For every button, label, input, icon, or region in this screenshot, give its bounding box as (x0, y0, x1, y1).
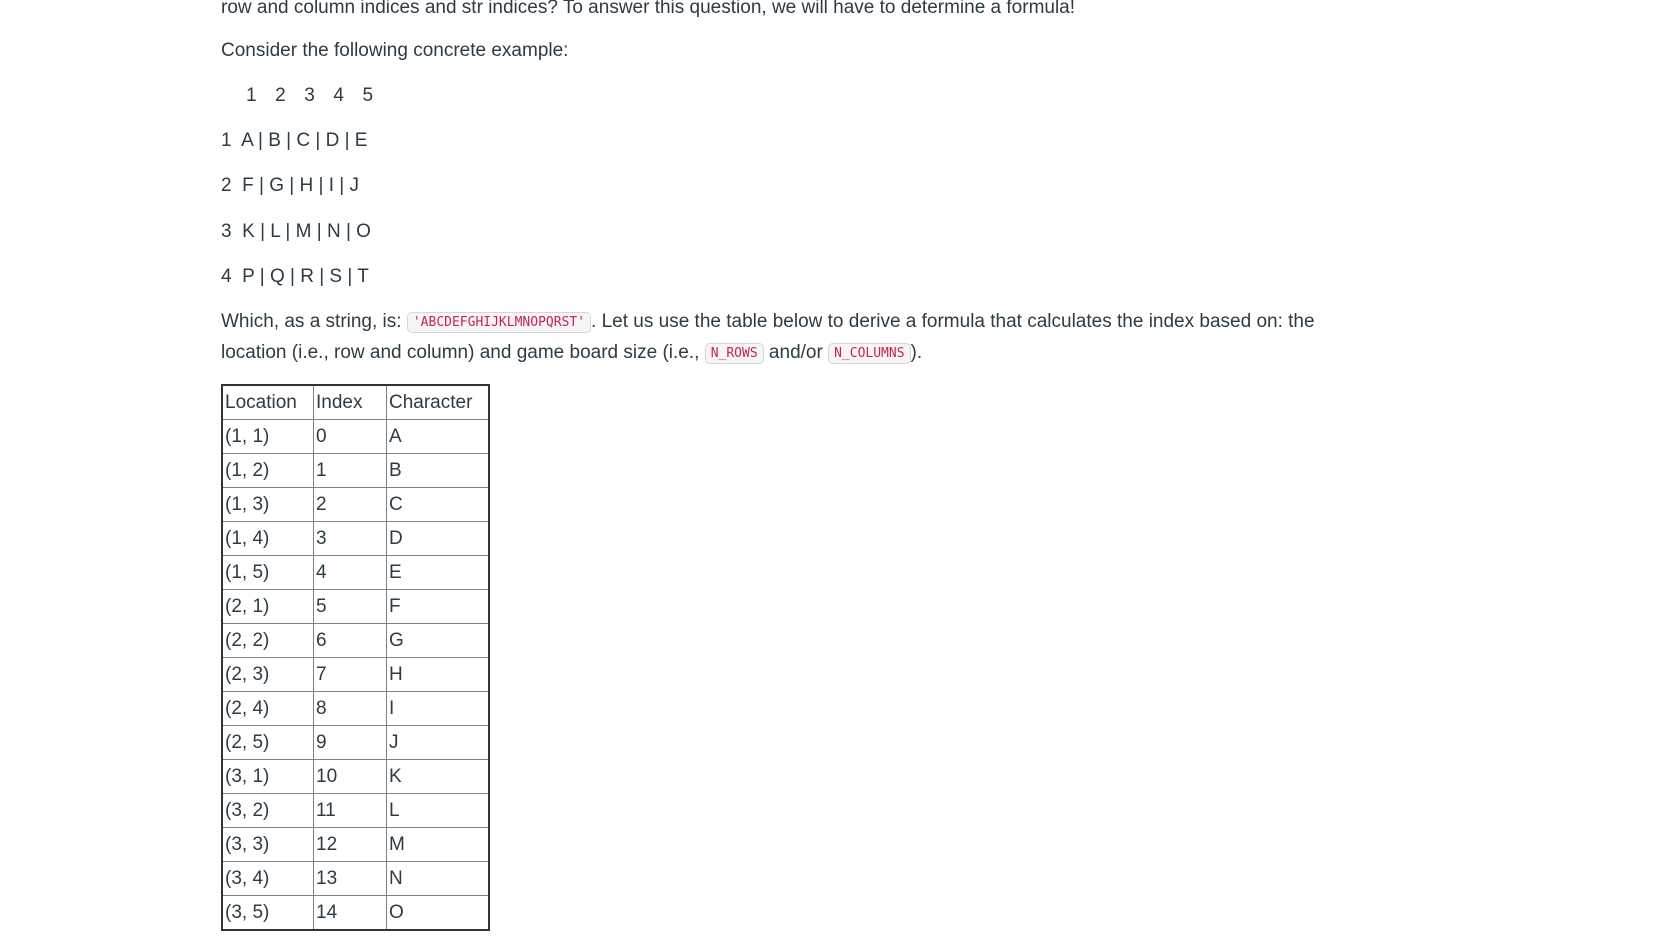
cell-index: 10 (313, 759, 387, 794)
table-row: (1, 1) 0 A (221, 419, 490, 454)
cell-index: 2 (313, 487, 387, 522)
table-row: (1, 4) 3 D (221, 521, 490, 556)
cell-character: F (386, 589, 490, 624)
n-columns-code: N_COLUMNS (828, 343, 911, 364)
cell-location: (2, 5) (221, 725, 314, 760)
table-row: (2, 1) 5 F (221, 589, 490, 624)
intro-line: row and column indices and str indices? … (221, 0, 1076, 18)
table-row: (1, 3) 2 C (221, 487, 490, 522)
table-row: (2, 3) 7 H (221, 657, 490, 692)
cell-index: 8 (313, 691, 387, 726)
cell-location: (2, 2) (221, 623, 314, 658)
grid-row: 2 F | G | H | I | J (221, 175, 359, 196)
n-rows-code: N_ROWS (704, 343, 764, 364)
cell-location: (3, 1) (221, 759, 314, 794)
explanation-text: and/or (763, 342, 829, 363)
cell-index: 11 (313, 793, 387, 828)
table-row: (1, 2) 1 B (221, 453, 490, 488)
cell-character: B (386, 453, 490, 488)
cell-location: (2, 1) (221, 589, 314, 624)
cell-index: 5 (313, 589, 387, 624)
cell-character: M (386, 827, 490, 862)
table-row: (3, 3) 12 M (221, 827, 490, 862)
cell-index: 9 (313, 725, 387, 760)
grid-row: 4 P | Q | R | S | T (221, 266, 369, 287)
table-row: (2, 2) 6 G (221, 623, 490, 658)
grid-row: 1 A | B | C | D | E (221, 130, 368, 151)
cell-location: (3, 2) (221, 793, 314, 828)
cell-index: 1 (313, 453, 387, 488)
cell-index: 4 (313, 555, 387, 590)
cell-index: 7 (313, 657, 387, 692)
cell-index: 6 (313, 623, 387, 658)
cell-location: (3, 5) (221, 895, 314, 931)
table-row: (3, 2) 11 L (221, 793, 490, 828)
cell-location: (1, 1) (221, 419, 314, 454)
cell-character: C (386, 487, 490, 522)
header-location: Location (221, 384, 314, 420)
cell-location: (3, 4) (221, 861, 314, 896)
explanation-paragraph: Which, as a string, is: 'ABCDEFGHIJKLMNO… (221, 307, 1381, 369)
cell-index: 14 (313, 895, 387, 931)
string-code: 'ABCDEFGHIJKLMNOPQRST' (406, 312, 592, 333)
cell-location: (1, 2) (221, 453, 314, 488)
cell-character: L (386, 793, 490, 828)
cell-character: K (386, 759, 490, 794)
cell-location: (1, 4) (221, 521, 314, 556)
table-row: (1, 5) 4 E (221, 555, 490, 590)
cell-character: H (386, 657, 490, 692)
cell-location: (2, 4) (221, 691, 314, 726)
cell-index: 0 (313, 419, 387, 454)
cell-location: (3, 3) (221, 827, 314, 862)
location-index-table: Location Index Character (1, 1) 0 A (1, 2) 1… (221, 384, 490, 931)
table-row: (2, 5) 9 J (221, 725, 490, 760)
cell-character: J (386, 725, 490, 760)
cell-index: 12 (313, 827, 387, 862)
cell-character: N (386, 861, 490, 896)
cell-location: (1, 3) (221, 487, 314, 522)
example-intro: Consider the following concrete example: (221, 40, 569, 61)
explanation-text: ). (910, 342, 923, 363)
cell-location: (2, 3) (221, 657, 314, 692)
cell-character: A (386, 419, 490, 454)
cell-character: E (386, 555, 490, 590)
header-index: Index (313, 384, 387, 420)
table-header-row: Location Index Character (221, 384, 490, 420)
cell-character: I (386, 691, 490, 726)
header-character: Character (386, 384, 490, 420)
table-row: (2, 4) 8 I (221, 691, 490, 726)
cell-character: O (386, 895, 490, 931)
grid-row: 3 K | L | M | N | O (221, 221, 371, 242)
table-row: (3, 1) 10 K (221, 759, 490, 794)
grid-column-header: 1 2 3 4 5 (246, 85, 374, 106)
explanation-text: Which, as a string, is: (221, 311, 407, 332)
cell-character: G (386, 623, 490, 658)
cell-location: (1, 5) (221, 555, 314, 590)
cell-character: D (386, 521, 490, 556)
cell-index: 3 (313, 521, 387, 556)
table-row: (3, 4) 13 N (221, 861, 490, 896)
table-row: (3, 5) 14 O (221, 895, 490, 931)
cell-index: 13 (313, 861, 387, 896)
